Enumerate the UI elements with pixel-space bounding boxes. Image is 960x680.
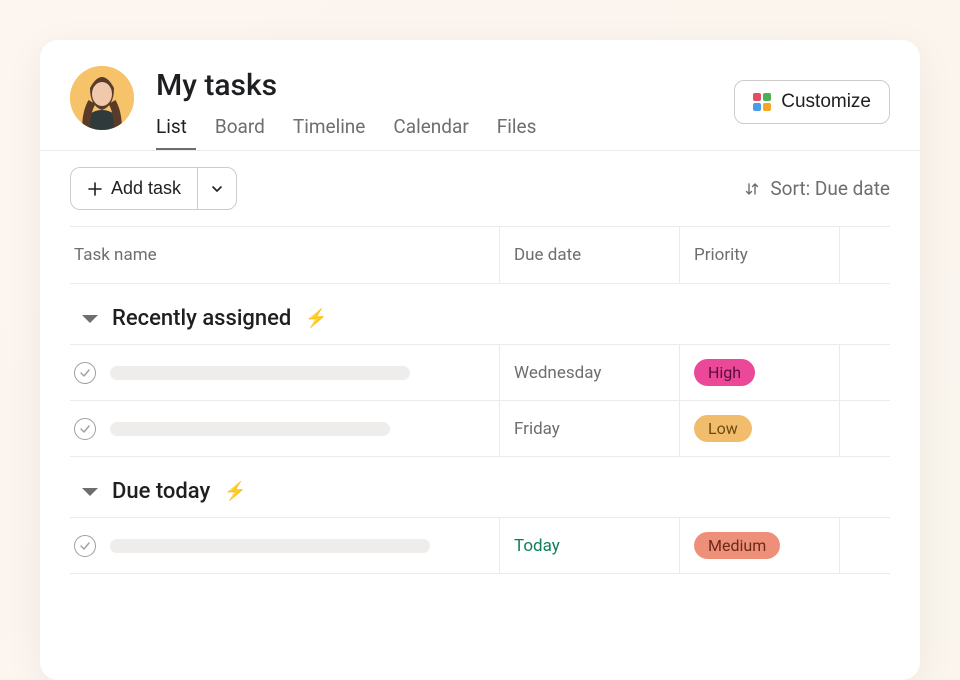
plus-icon [87,181,103,197]
priority-pill: Low [694,415,752,442]
cell-priority[interactable]: Low [680,401,840,456]
tab-board[interactable]: Board [215,115,265,150]
bolt-icon: ⚡ [305,308,327,329]
customize-label: Customize [781,91,871,113]
customize-icon [753,93,771,111]
complete-checkbox[interactable] [74,362,96,384]
cell-extra [840,518,890,573]
complete-checkbox[interactable] [74,418,96,440]
header: My tasks ListBoardTimelineCalendarFiles … [40,40,920,150]
task-row[interactable]: Wednesday High [70,344,890,401]
cell-priority[interactable]: High [680,345,840,400]
task-row[interactable]: Friday Low [70,400,890,457]
view-tabs: List Board Timeline Calendar Files [156,115,734,150]
cell-name [70,345,500,400]
user-avatar[interactable] [70,66,134,130]
task-title-placeholder [110,422,390,436]
tab-list[interactable]: List [156,115,187,150]
tab-timeline[interactable]: Timeline [293,115,366,150]
cell-name [70,518,500,573]
page-title: My tasks [156,68,734,103]
complete-checkbox[interactable] [74,535,96,557]
task-title-placeholder [110,366,410,380]
col-extra [840,227,890,283]
customize-button[interactable]: Customize [734,80,890,124]
cell-priority[interactable]: Medium [680,518,840,573]
tab-files[interactable]: Files [497,115,537,150]
section-header[interactable]: Recently assigned ⚡ [40,284,920,345]
cell-extra [840,401,890,456]
chevron-down-icon [210,182,224,196]
priority-pill: Medium [694,532,780,559]
section-header[interactable]: Due today ⚡ [40,457,920,518]
sort-icon [744,181,760,197]
caret-down-icon[interactable] [82,315,98,323]
col-due-date[interactable]: Due date [500,227,680,283]
cell-name [70,401,500,456]
col-priority[interactable]: Priority [680,227,840,283]
tab-calendar[interactable]: Calendar [393,115,468,150]
task-title-placeholder [110,539,430,553]
task-sections: Recently assigned ⚡ Wednesday High Frida… [40,284,920,574]
col-task-name[interactable]: Task name [70,227,500,283]
task-row[interactable]: Today Medium [70,517,890,574]
section-title: Recently assigned [112,306,291,331]
add-task-button[interactable]: Add task [70,167,197,210]
bolt-icon: ⚡ [224,481,246,502]
add-task-label: Add task [111,178,181,199]
title-area: My tasks List Board Timeline Calendar Files [156,66,734,150]
app-window: My tasks ListBoardTimelineCalendarFiles … [40,40,920,680]
priority-pill: High [694,359,755,386]
cell-due[interactable]: Friday [500,401,680,456]
add-task-dropdown[interactable] [197,167,237,210]
sort-control[interactable]: Sort: Due date [744,177,890,200]
cell-extra [840,345,890,400]
caret-down-icon[interactable] [82,488,98,496]
cell-due[interactable]: Wednesday [500,345,680,400]
section-title: Due today [112,479,210,504]
sort-label: Sort: Due date [770,177,890,200]
table-header: Task name Due date Priority [70,226,890,284]
add-task-group: Add task [70,167,237,210]
cell-due[interactable]: Today [500,518,680,573]
toolbar: Add task Sort: Due date [40,150,920,226]
